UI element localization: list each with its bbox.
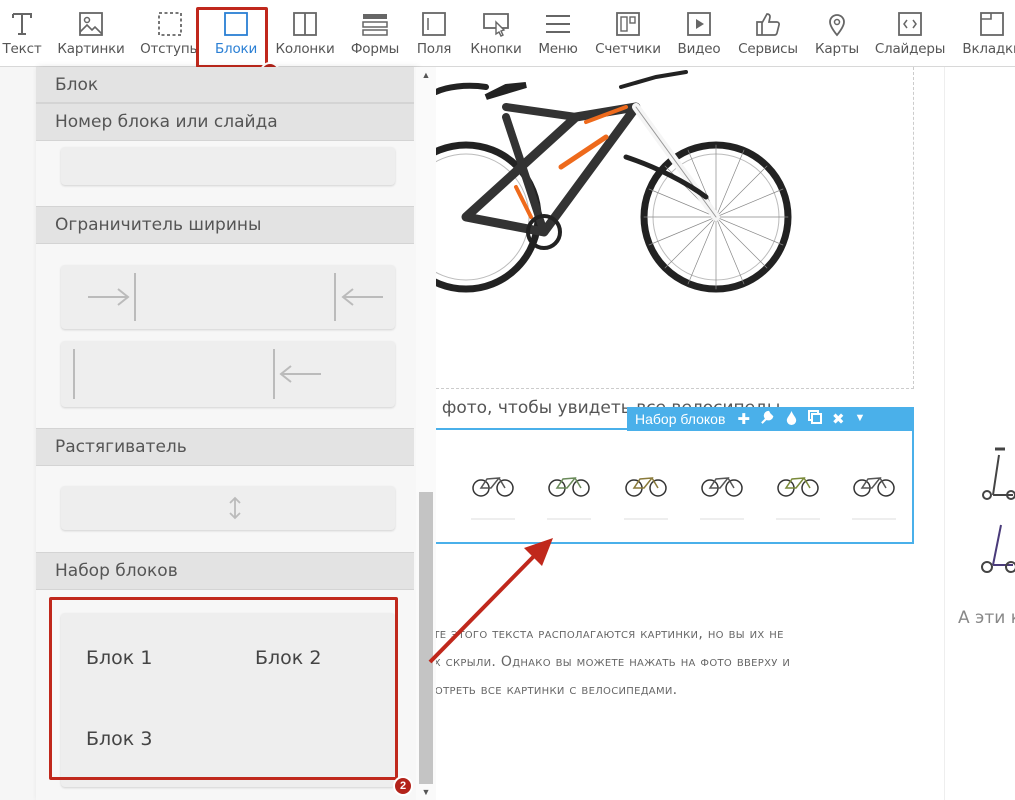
tool-text[interactable]: Текст xyxy=(0,0,44,66)
tool-label: Текст xyxy=(2,41,42,57)
image-icon xyxy=(77,10,105,38)
step-badge-2: 2 xyxy=(393,776,413,796)
block-set-toolbar-title: Набор блоков xyxy=(635,411,726,427)
fields-icon xyxy=(420,10,448,38)
drop-icon[interactable] xyxy=(785,410,798,429)
tool-fields[interactable]: Поля xyxy=(414,0,454,66)
highlight-box-blocks-tool xyxy=(196,7,268,68)
scooter-images xyxy=(981,447,1015,573)
slider-icon xyxy=(896,10,924,38)
tool-label: Картинки xyxy=(57,41,125,57)
tool-padding[interactable]: Отступы xyxy=(138,0,202,66)
wrench-icon[interactable] xyxy=(760,410,775,429)
section-header-width-limiter: Ограничитель ширины xyxy=(36,206,414,244)
bicycle-image xyxy=(426,70,792,293)
map-pin-icon xyxy=(823,10,851,38)
chevron-down-icon[interactable]: ▼ xyxy=(855,412,866,429)
button-icon xyxy=(482,10,510,38)
text-icon xyxy=(8,10,36,38)
tool-label: Сервисы xyxy=(738,41,798,57)
tool-label: Карты xyxy=(815,41,859,57)
scroll-up-icon[interactable]: ▲ xyxy=(420,70,432,82)
section-header-stretcher: Растягиватель xyxy=(36,428,414,466)
stretcher-widget[interactable] xyxy=(61,486,395,530)
bike-thumbnail[interactable] xyxy=(547,470,591,520)
tabs-icon xyxy=(978,10,1006,38)
columns-icon xyxy=(291,10,319,38)
tool-columns[interactable]: Колонки xyxy=(274,0,336,66)
section-header-block-set: Набор блоков xyxy=(36,552,414,590)
close-icon[interactable]: ✖ xyxy=(832,410,845,429)
block-number-widget[interactable] xyxy=(61,147,395,185)
width-limiter-both[interactable] xyxy=(61,265,395,329)
right-column-text: А эти к xyxy=(958,608,1015,628)
thumbs-up-icon xyxy=(754,10,782,38)
tool-label: Видео xyxy=(677,41,721,57)
tool-tabs[interactable]: Вкладки xyxy=(960,0,1015,66)
right-column xyxy=(944,67,1015,800)
tool-label: Меню xyxy=(538,41,578,57)
counter-icon xyxy=(614,10,642,38)
tool-label: Слайдеры xyxy=(874,41,946,57)
arrow-annotation xyxy=(428,538,553,664)
width-limiter-right[interactable] xyxy=(61,341,395,407)
tool-label: Колонки xyxy=(275,41,335,57)
tool-label: Счетчики xyxy=(595,41,661,57)
tool-sliders[interactable]: Слайдеры xyxy=(874,0,946,66)
tool-video[interactable]: Видео xyxy=(676,0,722,66)
menu-icon xyxy=(544,10,572,38)
editor-root: Текст Картинки Отступы Блоки Колонки Фор… xyxy=(0,0,1015,800)
bike-thumbnail[interactable] xyxy=(852,470,896,520)
tool-label: Формы xyxy=(350,41,400,57)
toolbar: Текст Картинки Отступы Блоки Колонки Фор… xyxy=(0,0,1015,67)
bike-thumbnail[interactable] xyxy=(776,470,820,520)
bike-thumbnail[interactable] xyxy=(471,470,515,520)
tool-label: Вкладки xyxy=(962,41,1015,57)
tool-label: Отступы xyxy=(140,41,200,57)
tool-services[interactable]: Сервисы xyxy=(736,0,800,66)
section-header-block: Блок xyxy=(36,67,414,103)
block-set-toolbar: Набор блоков ✚ ✖ ▼ xyxy=(627,407,914,431)
tool-forms[interactable]: Формы xyxy=(348,0,402,66)
video-icon xyxy=(685,10,713,38)
tool-menu[interactable]: Меню xyxy=(536,0,580,66)
scroll-down-icon[interactable]: ▼ xyxy=(420,787,432,799)
highlight-box-block-set xyxy=(49,597,398,780)
bike-thumbnail[interactable] xyxy=(700,470,744,520)
body-line: мотреть все картинки с велосипедами. xyxy=(426,682,678,698)
tool-maps[interactable]: Карты xyxy=(812,0,862,66)
tool-label: Поля xyxy=(416,41,452,57)
form-icon xyxy=(361,10,389,38)
tool-counters[interactable]: Счетчики xyxy=(594,0,662,66)
copy-icon[interactable] xyxy=(807,409,822,429)
tool-label: Кнопки xyxy=(470,41,522,57)
plus-icon[interactable]: ✚ xyxy=(737,410,750,429)
bike-thumbnail[interactable] xyxy=(624,470,668,520)
page-left-margin xyxy=(0,67,36,800)
section-header-block-number: Номер блока или слайда xyxy=(36,103,414,141)
tool-buttons[interactable]: Кнопки xyxy=(470,0,522,66)
padding-icon xyxy=(156,10,184,38)
tool-images[interactable]: Картинки xyxy=(57,0,125,66)
